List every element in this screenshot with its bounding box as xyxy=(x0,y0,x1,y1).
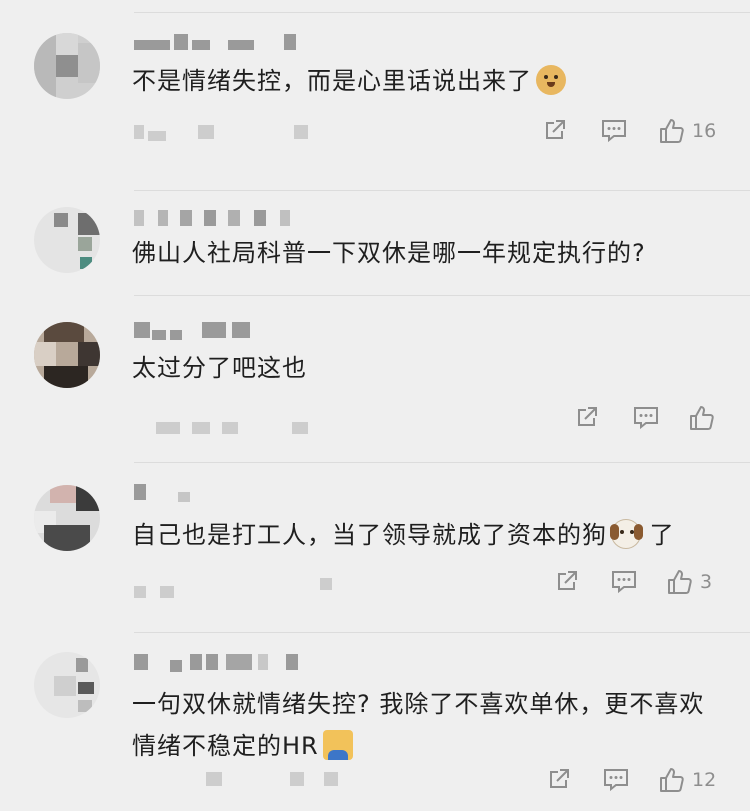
comment-meta-obscured xyxy=(134,578,334,598)
divider xyxy=(134,190,750,191)
like-count: 12 xyxy=(692,769,717,791)
comment-meta-obscured xyxy=(134,412,344,434)
share-button[interactable] xyxy=(546,766,572,792)
divider xyxy=(134,12,750,13)
thumbs-up-icon xyxy=(690,406,714,430)
share-icon xyxy=(546,120,565,139)
share-icon xyxy=(578,407,597,426)
comment-icon xyxy=(604,769,628,792)
username-obscured[interactable] xyxy=(134,34,304,52)
username-obscured[interactable] xyxy=(134,654,324,672)
action-bar xyxy=(572,404,722,434)
comment-icon xyxy=(634,407,658,430)
username-obscured[interactable] xyxy=(134,322,264,340)
divider xyxy=(134,632,750,633)
action-bar: 12 xyxy=(544,766,734,796)
dog-face-emoji xyxy=(610,519,641,549)
username-obscured[interactable] xyxy=(134,484,224,502)
reply-button[interactable] xyxy=(602,766,630,792)
share-button[interactable] xyxy=(574,404,600,430)
thumbs-up-icon xyxy=(660,768,684,792)
comment-feed: 不是情绪失控，而是心里话说出来了 16 佛山人社局科普一下双休是哪一年规定执行的… xyxy=(0,0,750,811)
thumbs-up-icon xyxy=(660,119,684,143)
action-bar: 16 xyxy=(540,117,730,147)
action-bar: 3 xyxy=(552,568,732,598)
thumbs-up-icon xyxy=(668,570,692,594)
comment-text: 不是情绪失控，而是心里话说出来了 xyxy=(132,60,720,102)
share-button[interactable] xyxy=(542,117,568,143)
comment-text: 自己也是打工人，当了领导就成了资本的狗 了 xyxy=(132,519,675,549)
like-button[interactable] xyxy=(688,404,716,432)
share-icon xyxy=(558,571,577,590)
comment-text: 佛山人社局科普一下双休是哪一年规定执行的? xyxy=(132,239,646,267)
comment-text: 一句双休就情绪失控? 我除了不喜欢单休，更不喜欢 情绪不稳定的HR xyxy=(132,690,705,760)
comment-meta-obscured xyxy=(134,125,314,141)
like-count: 3 xyxy=(700,571,713,593)
avatar[interactable] xyxy=(34,207,100,273)
like-count: 16 xyxy=(692,120,717,142)
divider xyxy=(134,295,750,296)
comment-text: 太过分了吧这也 xyxy=(132,354,307,382)
reply-button[interactable] xyxy=(632,404,660,430)
avatar[interactable] xyxy=(34,652,100,718)
reply-button[interactable] xyxy=(600,117,628,143)
doge-emoji xyxy=(536,65,566,95)
comment-icon xyxy=(602,120,626,143)
username-obscured[interactable] xyxy=(134,210,314,228)
avatar[interactable] xyxy=(34,322,100,388)
divider xyxy=(134,462,750,463)
share-icon xyxy=(550,769,569,788)
share-button[interactable] xyxy=(554,568,580,594)
like-button[interactable]: 16 xyxy=(658,117,716,145)
like-button[interactable]: 12 xyxy=(658,766,716,794)
avatar[interactable] xyxy=(34,485,100,551)
like-button[interactable]: 3 xyxy=(666,568,712,596)
avatar[interactable] xyxy=(34,33,100,99)
comment-icon xyxy=(612,571,636,594)
person-shrugging-emoji xyxy=(322,730,353,760)
reply-button[interactable] xyxy=(610,568,638,594)
comment-meta-obscured xyxy=(134,772,344,788)
